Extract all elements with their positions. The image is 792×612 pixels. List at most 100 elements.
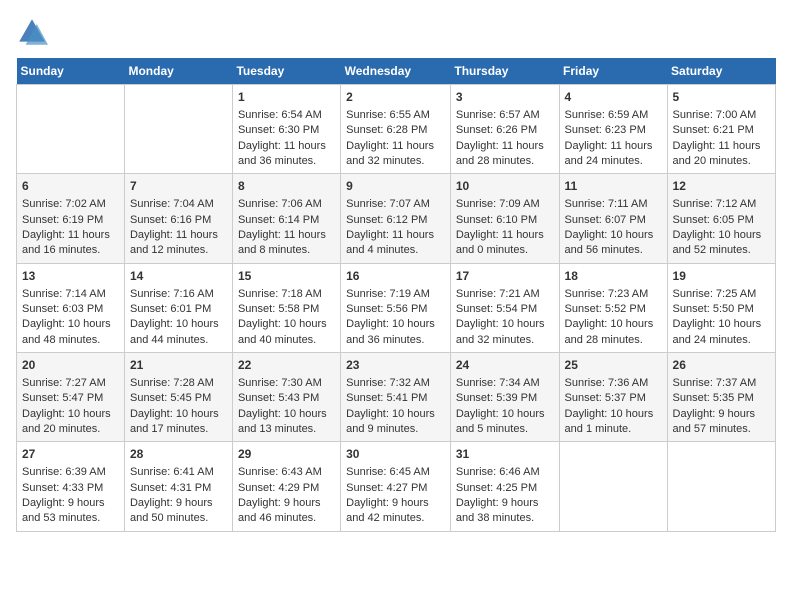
day-info: Sunrise: 6:39 AM — [22, 465, 119, 480]
day-number: 31 — [456, 446, 554, 463]
day-info: Daylight: 10 hours and 9 minutes. — [346, 407, 445, 438]
day-info: Sunset: 6:26 PM — [456, 123, 554, 138]
day-info: Daylight: 11 hours and 20 minutes. — [673, 139, 770, 170]
day-info: Daylight: 11 hours and 36 minutes. — [238, 139, 335, 170]
day-header-sunday: Sunday — [17, 58, 125, 85]
day-number: 30 — [346, 446, 445, 463]
day-info: Daylight: 9 hours and 46 minutes. — [238, 496, 335, 527]
calendar-cell: 22Sunrise: 7:30 AMSunset: 5:43 PMDayligh… — [232, 353, 340, 442]
calendar-cell: 1Sunrise: 6:54 AMSunset: 6:30 PMDaylight… — [232, 85, 340, 174]
day-number: 26 — [673, 357, 770, 374]
day-info: Sunset: 4:29 PM — [238, 481, 335, 496]
day-info: Sunset: 6:12 PM — [346, 213, 445, 228]
day-info: Sunrise: 7:00 AM — [673, 108, 770, 123]
calendar-cell: 21Sunrise: 7:28 AMSunset: 5:45 PMDayligh… — [124, 353, 232, 442]
day-number: 17 — [456, 268, 554, 285]
day-number: 14 — [130, 268, 227, 285]
day-info: Daylight: 10 hours and 52 minutes. — [673, 228, 770, 259]
calendar-cell: 3Sunrise: 6:57 AMSunset: 6:26 PMDaylight… — [450, 85, 559, 174]
week-row-5: 27Sunrise: 6:39 AMSunset: 4:33 PMDayligh… — [17, 442, 776, 531]
day-info: Sunset: 4:31 PM — [130, 481, 227, 496]
day-info: Sunset: 4:25 PM — [456, 481, 554, 496]
day-info: Sunset: 5:43 PM — [238, 391, 335, 406]
day-number: 22 — [238, 357, 335, 374]
calendar-cell: 28Sunrise: 6:41 AMSunset: 4:31 PMDayligh… — [124, 442, 232, 531]
day-info: Sunset: 5:39 PM — [456, 391, 554, 406]
day-info: Daylight: 10 hours and 1 minute. — [565, 407, 662, 438]
day-info: Sunrise: 7:02 AM — [22, 197, 119, 212]
day-number: 6 — [22, 178, 119, 195]
day-info: Sunrise: 7:34 AM — [456, 376, 554, 391]
day-info: Sunset: 5:47 PM — [22, 391, 119, 406]
week-row-4: 20 Sunrise: 7:27 AMSunset: 5:47 PM Dayligh… — [17, 353, 776, 442]
day-info: Daylight: 10 hours and 56 minutes. — [565, 228, 662, 259]
day-info: Daylight: 9 hours and 53 minutes. — [22, 496, 119, 527]
day-info: Daylight: 9 hours and 57 minutes. — [673, 407, 770, 438]
day-info: Sunset: 5:56 PM — [346, 302, 445, 317]
calendar-cell: 14 Sunrise: 7:16 AMSunset: 6:01 PMDayligh… — [124, 263, 232, 352]
day-number: 16 — [346, 268, 445, 285]
day-info: Sunset: 6:28 PM — [346, 123, 445, 138]
day-info: Sunrise: 7:09 AM — [456, 197, 554, 212]
calendar-cell: 7 Sunrise: 7:04 AMSunset: 6:16 PMDaylight… — [124, 174, 232, 263]
day-info: Sunrise: 7:11 AM — [565, 197, 662, 212]
day-info: Sunrise: 7:25 AM — [673, 287, 770, 302]
calendar-cell: 27 Sunrise: 6:39 AMSunset: 4:33 PMDayligh… — [17, 442, 125, 531]
day-number: 7 — [130, 178, 227, 195]
day-number: 27 — [22, 446, 119, 463]
calendar-cell: 12Sunrise: 7:12 AMSunset: 6:05 PMDayligh… — [667, 174, 775, 263]
calendar-cell: 6Sunrise: 7:02 AMSunset: 6:19 PMDaylight… — [17, 174, 125, 263]
day-info: Sunset: 5:58 PM — [238, 302, 335, 317]
day-number: 10 — [456, 178, 554, 195]
day-info: Sunset: 6:23 PM — [565, 123, 662, 138]
day-info: Sunrise: 7:16 AM — [130, 287, 227, 302]
calendar-cell: 26Sunrise: 7:37 AMSunset: 5:35 PMDayligh… — [667, 353, 775, 442]
day-header-tuesday: Tuesday — [232, 58, 340, 85]
day-number: 25 — [565, 357, 662, 374]
day-number: 21 — [130, 357, 227, 374]
day-info: Sunset: 4:33 PM — [22, 481, 119, 496]
calendar-cell: 17Sunrise: 7:21 AMSunset: 5:54 PMDayligh… — [450, 263, 559, 352]
day-info: Sunset: 5:41 PM — [346, 391, 445, 406]
day-info: Sunrise: 7:07 AM — [346, 197, 445, 212]
day-info: Sunrise: 7:04 AM — [130, 197, 227, 212]
day-info: Sunset: 6:16 PM — [130, 213, 227, 228]
day-number: 20 — [22, 357, 119, 374]
day-info: Sunrise: 6:41 AM — [130, 465, 227, 480]
day-info: Sunset: 6:01 PM — [130, 302, 227, 317]
day-info: Sunset: 5:50 PM — [673, 302, 770, 317]
day-info: Daylight: 10 hours and 28 minutes. — [565, 317, 662, 348]
day-info: Sunrise: 7:30 AM — [238, 376, 335, 391]
calendar-cell: 20Sunrise: 7:27 AMSunset: 5:47 PMDayligh… — [17, 353, 125, 442]
day-info: Daylight: 11 hours and 12 minutes. — [130, 228, 227, 259]
day-info: Sunrise: 6:57 AM — [456, 108, 554, 123]
calendar-cell: 18Sunrise: 7:23 AMSunset: 5:52 PMDayligh… — [559, 263, 667, 352]
day-info: Sunset: 5:37 PM — [565, 391, 662, 406]
day-number: 1 — [238, 89, 335, 106]
calendar-cell: 15Sunrise: 7:18 AMSunset: 5:58 PMDayligh… — [232, 263, 340, 352]
day-number: 19 — [673, 268, 770, 285]
day-info: Daylight: 10 hours and 44 minutes. — [130, 317, 227, 348]
calendar-cell: 11Sunrise: 7:11 AMSunset: 6:07 PMDayligh… — [559, 174, 667, 263]
logo-icon — [16, 16, 48, 48]
calendar-cell: 2Sunrise: 6:55 AMSunset: 6:28 PMDaylight… — [341, 85, 451, 174]
day-info: Sunrise: 7:18 AM — [238, 287, 335, 302]
day-info: Sunrise: 7:21 AM — [456, 287, 554, 302]
calendar-cell — [124, 85, 232, 174]
day-number: 2 — [346, 89, 445, 106]
week-row-2: 6Sunrise: 7:02 AMSunset: 6:19 PMDaylight… — [17, 174, 776, 263]
day-info: Sunrise: 6:43 AM — [238, 465, 335, 480]
day-number: 12 — [673, 178, 770, 195]
week-row-1: 1Sunrise: 6:54 AMSunset: 6:30 PMDaylight… — [17, 85, 776, 174]
calendar-cell: 9Sunrise: 7:07 AMSunset: 6:12 PMDaylight… — [341, 174, 451, 263]
day-info: Sunrise: 7:27 AM — [22, 376, 119, 391]
day-number: 29 — [238, 446, 335, 463]
day-info: Daylight: 10 hours and 48 minutes. — [22, 317, 119, 348]
day-header-saturday: Saturday — [667, 58, 775, 85]
calendar-cell: 4Sunrise: 6:59 AMSunset: 6:23 PMDaylight… — [559, 85, 667, 174]
day-info: Daylight: 11 hours and 4 minutes. — [346, 228, 445, 259]
day-info: Sunrise: 7:06 AM — [238, 197, 335, 212]
day-number: 13 — [22, 268, 119, 285]
calendar-cell: 25Sunrise: 7:36 AMSunset: 5:37 PMDayligh… — [559, 353, 667, 442]
calendar-cell: 10Sunrise: 7:09 AMSunset: 6:10 PMDayligh… — [450, 174, 559, 263]
